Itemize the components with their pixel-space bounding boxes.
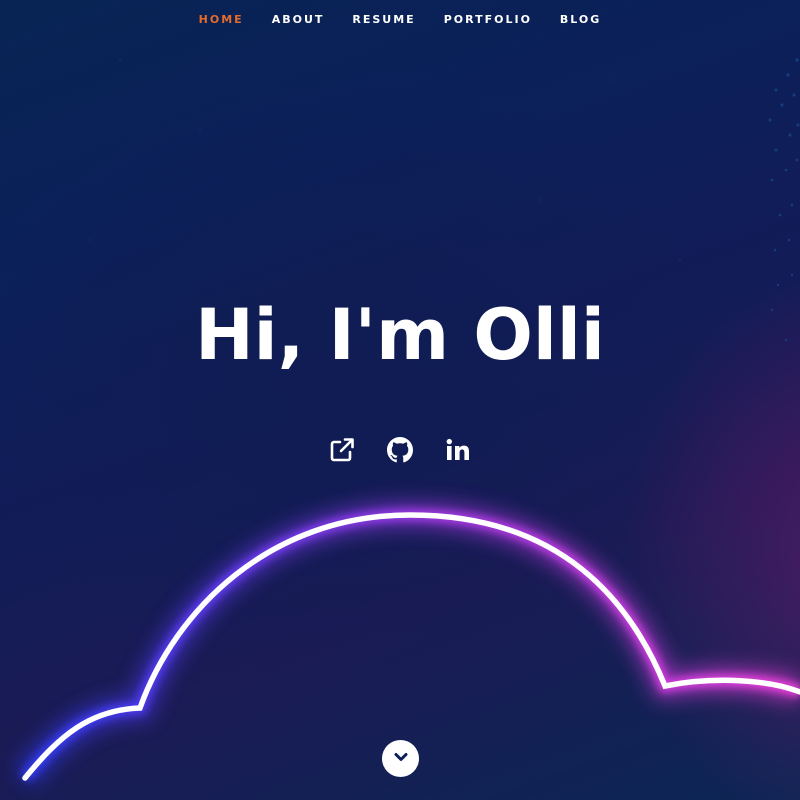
neon-cloud-outline xyxy=(14,501,800,787)
chevron-down-icon xyxy=(392,748,410,770)
scroll-down-button[interactable] xyxy=(382,740,419,777)
hero-section: HOME ABOUT RESUME PORTFOLIO BLOG Hi, I'm… xyxy=(0,0,800,800)
